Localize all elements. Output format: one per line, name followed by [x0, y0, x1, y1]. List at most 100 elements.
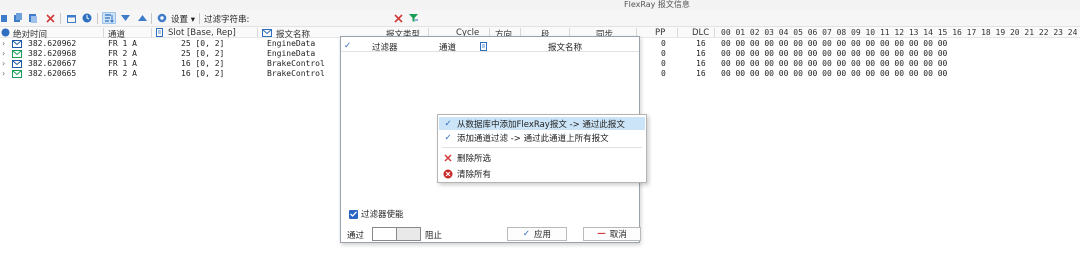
sort-icon[interactable]	[102, 12, 116, 24]
column-header-pp[interactable]: PP	[655, 28, 665, 38]
cell-dlc: 16	[696, 49, 706, 58]
clear-filter-icon[interactable]	[393, 12, 404, 24]
column-divider[interactable]	[257, 28, 258, 37]
cell-pp: 0	[661, 49, 666, 58]
filter-list-header: ✓ 过滤器 通道 报文名称	[341, 39, 639, 53]
cell-data-bytes: 00 00 00 00 00 00 00 00 00 00 00 00 00 0…	[721, 39, 948, 48]
envelope-icon	[12, 39, 22, 48]
clock-icon[interactable]	[82, 12, 92, 24]
minus-icon: —	[597, 229, 606, 239]
context-menu: ✓ 从数据库中添加FlexRay报文 -> 通过此报文 ✓ 添加通道过滤 -> …	[437, 114, 647, 183]
expand-chevron-icon[interactable]: ›	[2, 49, 5, 58]
envelope-icon	[12, 49, 22, 58]
cell-pp: 0	[661, 69, 666, 78]
menu-item-clear-all[interactable]: 清除所有	[439, 167, 645, 180]
filter-down-icon[interactable]	[120, 12, 130, 24]
pass-label: 通过	[347, 231, 365, 241]
cell-name: BrakeControl	[267, 69, 325, 78]
cell-dlc: 16	[696, 69, 706, 78]
funnel-icon[interactable]	[408, 12, 419, 24]
filter-enable-label: 过滤器使能	[361, 210, 404, 220]
toggle-knob[interactable]	[373, 228, 397, 240]
menu-separator	[442, 147, 642, 148]
check-icon: ✓	[522, 229, 531, 239]
menu-item-delete-selected[interactable]: 删除所选	[439, 151, 645, 164]
apply-button[interactable]: ✓ 应用	[507, 227, 567, 241]
filter-enable-checkbox[interactable]: 过滤器使能	[349, 208, 404, 220]
cell-name: EngineData	[267, 49, 316, 58]
cell-slot: 25 [0, 2]	[181, 39, 225, 48]
expand-chevron-icon[interactable]: ›	[2, 59, 5, 68]
table-row-bytes[interactable]: 0 16 00 00 00 00 00 00 00 00 00 00 00 00…	[650, 39, 1080, 49]
column-divider[interactable]	[714, 28, 715, 37]
cell-channel: FR 1 A	[108, 59, 137, 68]
toolbar-separator	[97, 13, 98, 24]
envelope-icon	[262, 28, 272, 37]
cell-channel: FR 1 A	[108, 39, 137, 48]
cell-slot: 16 [0, 2]	[181, 59, 225, 68]
settings-dropdown[interactable]: 设置 ▾	[171, 13, 195, 25]
window-title: FlexRay 报文信息	[624, 0, 690, 9]
cancel-button[interactable]: — 取消	[583, 227, 641, 241]
column-header-bytes[interactable]: 00 01 02 03 04 05 06 07 08 09 10 11 12 1…	[721, 28, 1077, 37]
cell-name: BrakeControl	[267, 59, 325, 68]
check-icon: ✓	[444, 132, 452, 143]
cell-time: 382.620962	[28, 39, 77, 48]
column-divider[interactable]	[151, 28, 152, 37]
checkbox-checked-icon[interactable]	[349, 209, 358, 219]
cell-time: 382.620968	[28, 49, 77, 58]
pin-icon[interactable]	[0, 12, 8, 24]
menu-item-add-channel-filter[interactable]: ✓ 添加通道过滤 -> 通过此通道上所有报文	[439, 131, 645, 144]
filter-string-label: 过滤字符串:	[204, 15, 250, 25]
cell-time: 382.620665	[28, 69, 77, 78]
block-label: 阻止	[425, 231, 443, 241]
paste-icon[interactable]	[28, 12, 38, 24]
cell-dlc: 16	[696, 59, 706, 68]
copy-icon[interactable]	[13, 12, 23, 24]
gear-icon[interactable]	[156, 12, 168, 24]
table-row[interactable]: › 382.620962 FR 1 A 25 [0, 2] EngineData	[0, 39, 340, 49]
filter-column-header[interactable]: 过滤器	[372, 41, 398, 53]
slot-icon	[155, 28, 163, 37]
table-row[interactable]: › 382.620667 FR 1 A 16 [0, 2] BrakeContr…	[0, 59, 340, 69]
toolbar: 设置 ▾ 过滤字符串:	[0, 10, 1080, 27]
delete-icon[interactable]	[45, 12, 55, 24]
calendar-icon[interactable]	[66, 12, 76, 24]
table-row-bytes[interactable]: 0 16 00 00 00 00 00 00 00 00 00 00 00 00…	[650, 49, 1080, 59]
toolbar-separator	[151, 13, 152, 24]
pass-block-toggle[interactable]	[372, 227, 421, 241]
cell-data-bytes: 00 00 00 00 00 00 00 00 00 00 00 00 00 0…	[721, 69, 948, 78]
cell-data-bytes: 00 00 00 00 00 00 00 00 00 00 00 00 00 0…	[721, 59, 948, 68]
table-row[interactable]: › 382.620665 FR 2 A 16 [0, 2] BrakeContr…	[0, 69, 340, 79]
envelope-icon	[12, 69, 22, 78]
cell-pp: 0	[661, 59, 666, 68]
check-icon: ✓	[344, 41, 352, 51]
column-header-slot[interactable]: Slot [Base, Rep]	[168, 28, 236, 38]
clock-icon	[1, 28, 10, 37]
column-header-dlc[interactable]: DLC	[692, 28, 709, 38]
cell-data-bytes: 00 00 00 00 00 00 00 00 00 00 00 00 00 0…	[721, 49, 948, 58]
cell-name: EngineData	[267, 39, 316, 48]
error-circle-icon	[439, 169, 457, 179]
toolbar-separator	[199, 13, 200, 24]
cell-slot: 16 [0, 2]	[181, 69, 225, 78]
cell-time: 382.620667	[28, 59, 77, 68]
slot-icon	[479, 42, 487, 51]
table-row-bytes[interactable]: 0 16 00 00 00 00 00 00 00 00 00 00 00 00…	[650, 69, 1080, 79]
toolbar-separator	[60, 13, 61, 24]
cell-channel: FR 2 A	[108, 69, 137, 78]
column-divider[interactable]	[103, 28, 104, 37]
expand-chevron-icon[interactable]: ›	[2, 69, 5, 78]
table-row-bytes[interactable]: 0 16 00 00 00 00 00 00 00 00 00 00 00 00…	[650, 59, 1080, 69]
up-arrow-icon[interactable]	[137, 12, 147, 24]
menu-item-add-from-database[interactable]: ✓ 从数据库中添加FlexRay报文 -> 通过此报文	[439, 117, 645, 130]
cell-pp: 0	[661, 39, 666, 48]
expand-chevron-icon[interactable]: ›	[2, 39, 5, 48]
pass-block-row: 通过 阻止 ✓ 应用 — 取消	[347, 227, 641, 241]
column-divider[interactable]	[677, 28, 678, 37]
filter-string-input[interactable]	[252, 12, 389, 24]
cell-dlc: 16	[696, 39, 706, 48]
channel-column-header[interactable]: 通道	[439, 41, 456, 53]
message-name-column-header[interactable]: 报文名称	[548, 41, 582, 53]
table-row[interactable]: › 382.620968 FR 2 A 25 [0, 2] EngineData	[0, 49, 340, 59]
